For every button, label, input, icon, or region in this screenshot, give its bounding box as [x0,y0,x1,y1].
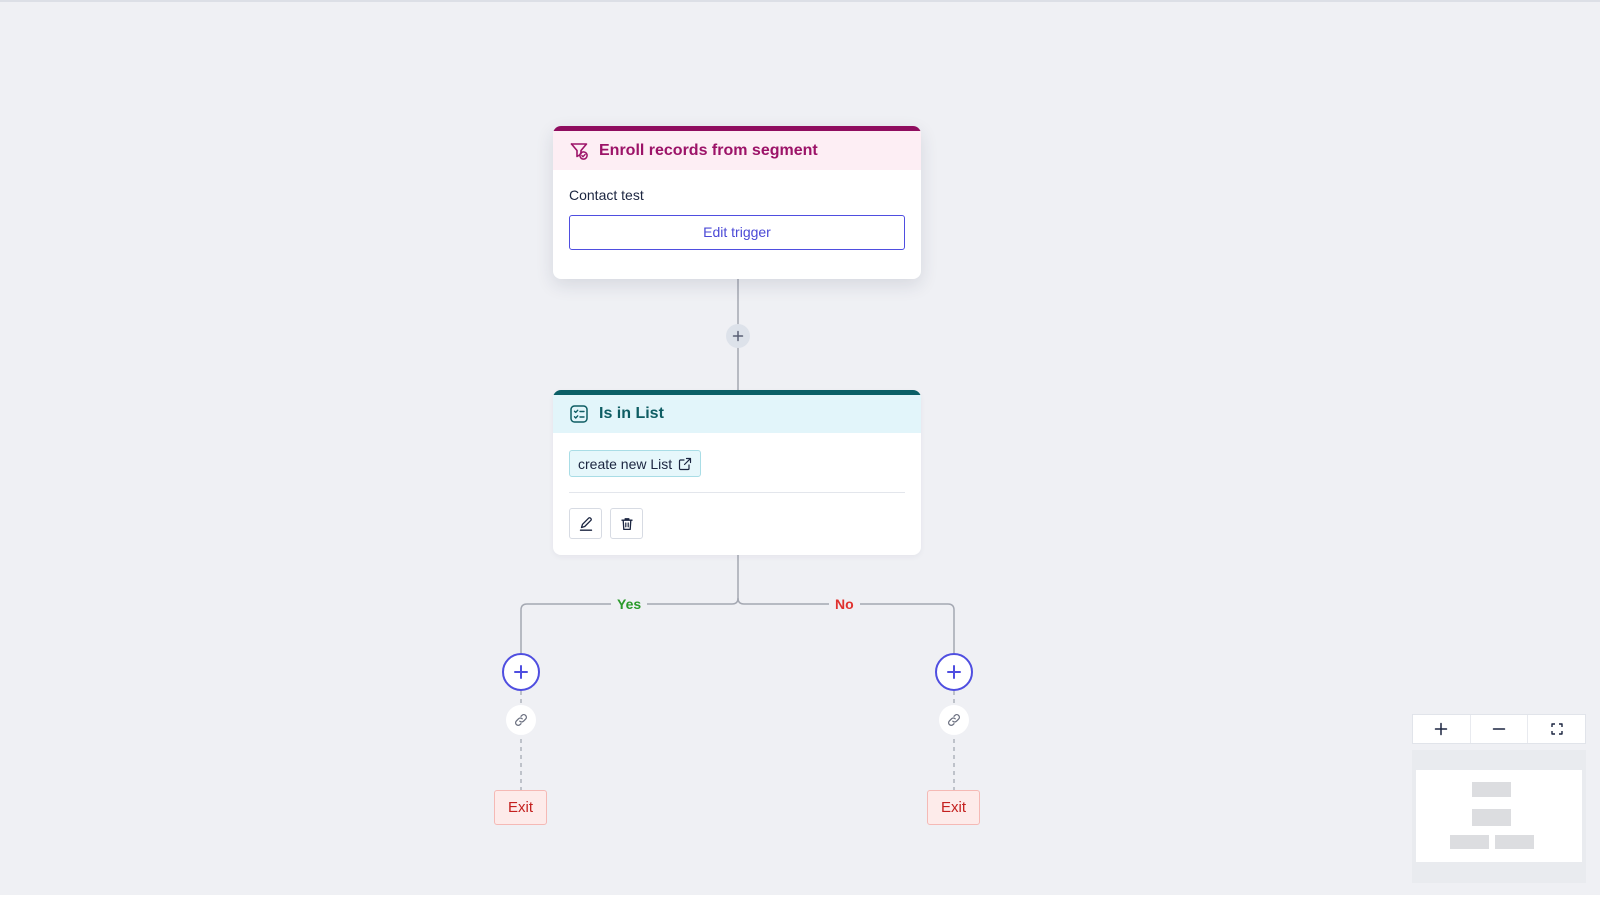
top-border [0,0,1600,2]
exit-node-no: Exit [927,790,980,825]
condition-card[interactable]: Is in List create new List [553,390,921,555]
list-link[interactable]: create new List [569,450,702,477]
condition-title: Is in List [599,405,664,422]
plus-icon [732,330,744,342]
minimap[interactable] [1412,750,1586,883]
segment-filter-icon [569,141,589,161]
yes-branch-label: Yes [611,595,648,613]
no-branch-label: No [829,595,860,613]
link-step-no-button[interactable] [939,705,969,735]
card-divider [569,492,905,493]
checklist-icon [569,404,589,424]
condition-card-header: Is in List [553,390,921,433]
fit-view-button[interactable] [1528,715,1585,743]
plus-icon [947,665,961,679]
add-step-no-button[interactable] [935,653,973,691]
external-link-icon [678,457,692,471]
minimap-viewport [1416,770,1582,862]
link-icon [948,714,960,726]
trash-icon [620,517,633,530]
pencil-icon [579,516,592,531]
minimap-condition-node [1472,809,1511,826]
exit-node-yes: Exit [494,790,547,825]
link-step-yes-button[interactable] [506,705,536,735]
segment-name: Contact test [569,187,644,203]
minus-icon [1492,728,1506,730]
add-step-yes-button[interactable] [502,653,540,691]
minimap-yes-node [1450,835,1489,849]
plus-icon [514,665,528,679]
minimap-trigger-node [1472,782,1511,797]
minimap-no-node [1495,835,1534,849]
link-icon [515,714,527,726]
list-name: create new List [578,455,673,472]
zoom-out-button[interactable] [1471,715,1529,743]
trigger-card[interactable]: Enroll records from segment Contact test… [553,126,921,279]
trigger-title: Enroll records from segment [599,141,818,159]
delete-condition-button[interactable] [610,508,643,539]
fit-screen-icon [1550,723,1563,735]
add-step-between-button[interactable] [726,324,750,348]
trigger-card-header: Enroll records from segment [553,126,921,170]
edit-trigger-button[interactable]: Edit trigger [569,215,905,250]
edit-condition-button[interactable] [569,508,602,539]
zoom-controls [1412,714,1586,744]
plus-icon [1435,722,1448,736]
zoom-in-button[interactable] [1413,715,1471,743]
